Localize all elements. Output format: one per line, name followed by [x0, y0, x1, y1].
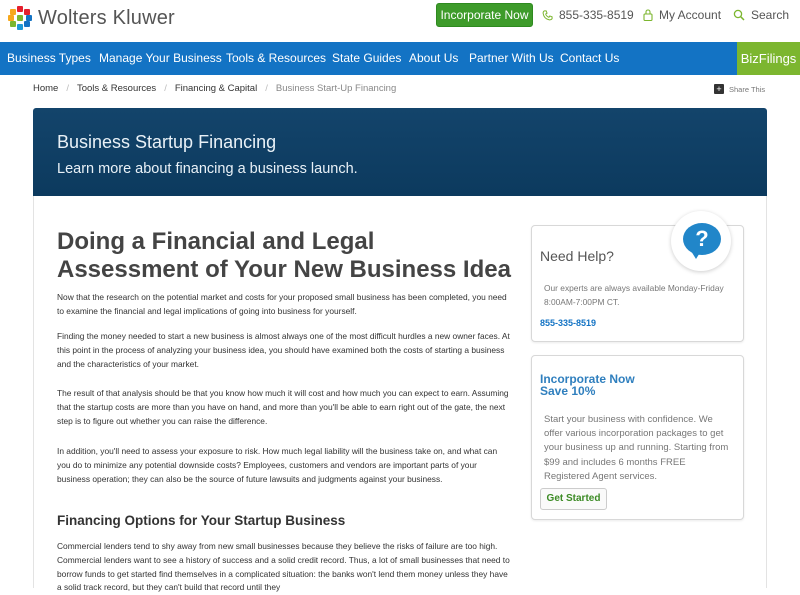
- get-started-button[interactable]: Get Started: [540, 488, 607, 510]
- main-nav: Business Types Manage Your Business Tool…: [0, 42, 800, 75]
- breadcrumb-home[interactable]: Home: [33, 83, 58, 94]
- article-paragraph: Commercial lenders tend to shy away from…: [57, 541, 510, 593]
- article-paragraph: Finding the money needed to start a new …: [57, 331, 510, 369]
- incorporate-promo-box: Incorporate Now Save 10% Start your busi…: [531, 355, 744, 520]
- lock-icon: [643, 9, 653, 21]
- promo-title-line2: Save 10%: [540, 384, 596, 398]
- logo-mark-icon: [8, 6, 32, 30]
- share-this-label: Share This: [729, 84, 766, 94]
- promo-text: Start your business with confidence. We …: [544, 414, 729, 482]
- bubble-tail: [691, 251, 701, 259]
- nav-state-guides[interactable]: State Guides: [332, 42, 401, 75]
- page-banner: Business Startup Financing Learn more ab…: [33, 108, 767, 196]
- share-this-button[interactable]: + Share This: [714, 84, 765, 94]
- my-account-link[interactable]: My Account: [643, 8, 721, 22]
- phone-icon: [542, 9, 553, 20]
- nav-tools-resources[interactable]: Tools & Resources: [226, 42, 326, 75]
- breadcrumb-separator: /: [66, 83, 69, 94]
- search-label: Search: [751, 8, 790, 22]
- article-subheading: Financing Options for Your Startup Busin…: [57, 513, 346, 528]
- nav-contact-us[interactable]: Contact Us: [560, 42, 619, 75]
- plus-icon: +: [714, 84, 724, 94]
- article-paragraph: Now that the research on the potential m…: [57, 292, 507, 316]
- need-help-text: Our experts are always available Monday-…: [544, 283, 724, 307]
- phone-link[interactable]: 855-335-8519: [542, 8, 634, 22]
- need-help-title: Need Help?: [540, 248, 614, 264]
- top-header: Wolters Kluwer Incorporate Now 855-335-8…: [0, 0, 800, 42]
- article-paragraph: The result of that analysis should be th…: [57, 388, 509, 426]
- breadcrumb-tools-resources[interactable]: Tools & Resources: [77, 83, 156, 94]
- breadcrumb-separator: /: [164, 83, 167, 94]
- bizfilings-link[interactable]: BizFilings: [737, 42, 800, 75]
- breadcrumb-financing-capital[interactable]: Financing & Capital: [175, 83, 257, 94]
- breadcrumb-current: Business Start-Up Financing: [275, 83, 397, 94]
- incorporate-now-button[interactable]: Incorporate Now: [436, 3, 533, 27]
- promo-title: Incorporate Now Save 10%: [540, 373, 635, 397]
- phone-number: 855-335-8519: [559, 8, 634, 22]
- search-link[interactable]: Search: [733, 8, 789, 22]
- banner-title: Business Startup Financing: [57, 132, 277, 152]
- banner-subtitle: Learn more about financing a business la…: [57, 161, 358, 177]
- nav-manage-your-business[interactable]: Manage Your Business: [99, 42, 222, 75]
- question-bubble-icon: ?: [683, 223, 721, 255]
- brand-name: Wolters Kluwer: [38, 6, 175, 29]
- nav-business-types[interactable]: Business Types: [7, 42, 91, 75]
- article-heading: Doing a Financial and Legal Assessment o…: [57, 228, 511, 283]
- article-paragraph: In addition, you'll need to assess your …: [57, 446, 498, 484]
- my-account-label: My Account: [659, 8, 722, 22]
- breadcrumb-separator: /: [265, 83, 268, 94]
- help-badge: ?: [671, 211, 731, 271]
- search-icon: [733, 9, 745, 21]
- breadcrumb: Home / Tools & Resources / Financing & C…: [33, 83, 396, 94]
- need-help-phone[interactable]: 855-335-8519: [540, 318, 596, 328]
- nav-about-us[interactable]: About Us: [409, 42, 458, 75]
- nav-partner-with-us[interactable]: Partner With Us: [469, 42, 554, 75]
- wolters-kluwer-logo[interactable]: Wolters Kluwer: [8, 6, 175, 30]
